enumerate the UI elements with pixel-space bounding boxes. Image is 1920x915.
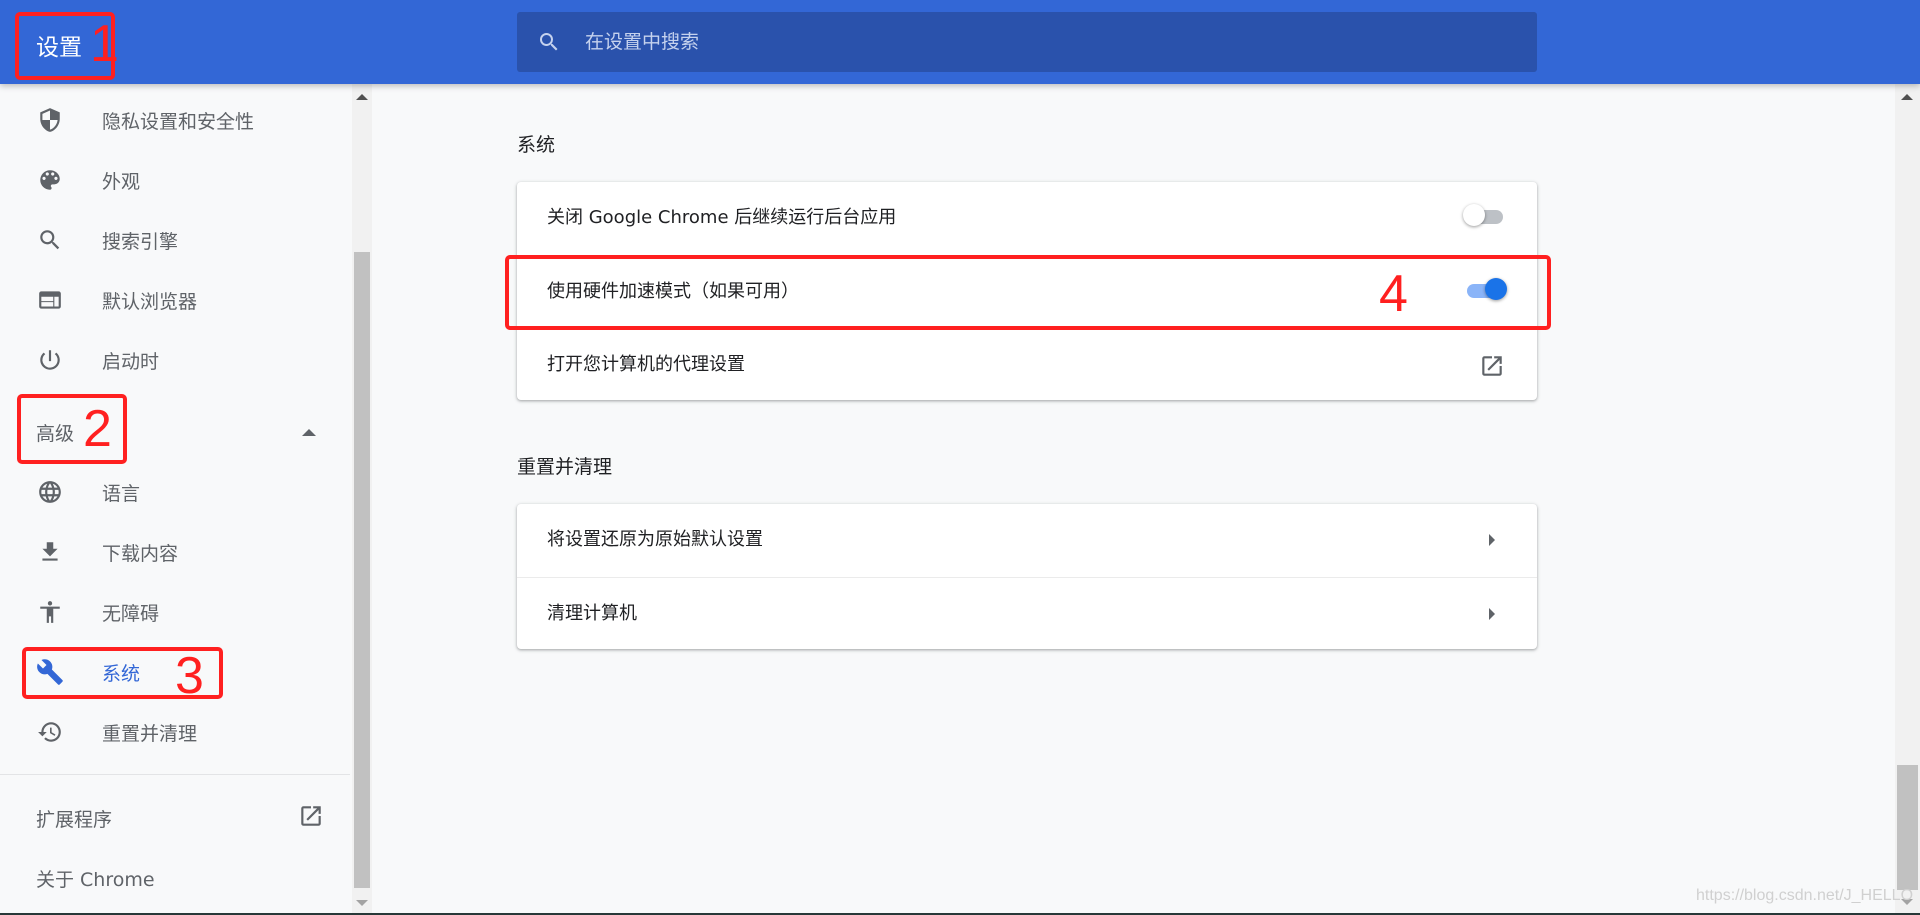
setting-row-clean-up-computer[interactable]: 清理计算机 bbox=[517, 577, 1537, 649]
header-toolbar: 设置 bbox=[0, 0, 1920, 84]
setting-row-background-apps[interactable]: 关闭 Google Chrome 后继续运行后台应用 bbox=[517, 182, 1537, 254]
sidebar-item-label: 语言 bbox=[102, 482, 141, 505]
sidebar: 隐私设置和安全性 外观 搜索引擎 默认浏览器 启动时 高级 语言 下载内容 无障… bbox=[0, 84, 352, 915]
background-apps-toggle[interactable] bbox=[1463, 204, 1503, 226]
annotation-number-3: 3 bbox=[175, 647, 204, 705]
about-chrome-label: 关于 Chrome bbox=[36, 868, 155, 891]
sidebar-item-downloads[interactable]: 下载内容 bbox=[0, 524, 352, 580]
sidebar-item-extensions[interactable]: 扩展程序 bbox=[0, 790, 352, 846]
main-content: 系统 关闭 Google Chrome 后继续运行后台应用 使用硬件加速模式（如… bbox=[372, 84, 1895, 915]
globe-icon bbox=[36, 478, 64, 506]
sidebar-item-reset-and-clean[interactable]: 重置并清理 bbox=[0, 704, 352, 760]
palette-icon bbox=[36, 166, 64, 194]
sidebar-item-label: 默认浏览器 bbox=[102, 290, 198, 313]
history-icon bbox=[36, 718, 64, 746]
sidebar-item-label: 无障碍 bbox=[102, 602, 160, 625]
sidebar-item-on-startup[interactable]: 启动时 bbox=[0, 332, 352, 388]
sidebar-item-about-chrome[interactable]: 关于 Chrome bbox=[0, 850, 352, 906]
annotation-number-2: 2 bbox=[83, 400, 112, 458]
sidebar-item-label: 外观 bbox=[102, 170, 141, 193]
main-scrollbar[interactable] bbox=[1895, 84, 1920, 915]
annotation-number-4: 4 bbox=[1379, 265, 1408, 323]
scroll-up-arrow-icon[interactable] bbox=[356, 94, 368, 100]
open-in-new-icon[interactable] bbox=[1479, 353, 1505, 383]
open-in-new-icon bbox=[298, 803, 324, 833]
sidebar-item-accessibility[interactable]: 无障碍 bbox=[0, 584, 352, 640]
search-icon bbox=[36, 226, 64, 254]
sidebar-item-appearance[interactable]: 外观 bbox=[0, 152, 352, 208]
sidebar-item-privacy[interactable]: 隐私设置和安全性 bbox=[0, 92, 352, 148]
sidebar-divider bbox=[0, 774, 350, 775]
sidebar-scrollbar[interactable] bbox=[352, 84, 372, 915]
search-input[interactable] bbox=[585, 12, 1485, 72]
arrow-right-icon bbox=[1489, 534, 1495, 546]
sidebar-item-label: 下载内容 bbox=[102, 542, 179, 565]
download-icon bbox=[36, 538, 64, 566]
setting-label: 关闭 Google Chrome 后继续运行后台应用 bbox=[547, 207, 897, 228]
shield-icon bbox=[36, 106, 64, 134]
scroll-down-arrow-icon[interactable] bbox=[356, 900, 368, 906]
sidebar-item-label: 搜索引擎 bbox=[102, 230, 179, 253]
setting-row-proxy-settings[interactable]: 打开您计算机的代理设置 bbox=[517, 328, 1537, 400]
sidebar-item-label: 启动时 bbox=[102, 350, 160, 373]
sidebar-scroll-thumb[interactable] bbox=[354, 252, 370, 888]
annotation-number-1: 1 bbox=[90, 15, 119, 73]
accessibility-icon bbox=[36, 598, 64, 626]
search-box[interactable] bbox=[517, 12, 1537, 72]
main-scroll-thumb[interactable] bbox=[1897, 765, 1918, 890]
scroll-up-arrow-icon[interactable] bbox=[1901, 94, 1913, 100]
reset-card: 将设置还原为原始默认设置 清理计算机 bbox=[517, 504, 1537, 649]
sidebar-item-search-engine[interactable]: 搜索引擎 bbox=[0, 212, 352, 268]
sidebar-item-default-browser[interactable]: 默认浏览器 bbox=[0, 272, 352, 328]
power-icon bbox=[36, 346, 64, 374]
sidebar-item-languages[interactable]: 语言 bbox=[0, 464, 352, 520]
setting-label: 清理计算机 bbox=[547, 603, 637, 624]
watermark: https://blog.csdn.net/J_HELLO bbox=[1696, 887, 1914, 904]
setting-label: 打开您计算机的代理设置 bbox=[547, 354, 745, 375]
extensions-label: 扩展程序 bbox=[36, 808, 113, 831]
setting-label: 将设置还原为原始默认设置 bbox=[547, 529, 763, 550]
search-icon bbox=[540, 33, 558, 51]
collapse-arrow-icon bbox=[302, 428, 316, 436]
system-section-title: 系统 bbox=[517, 134, 556, 156]
reset-section-title: 重置并清理 bbox=[517, 456, 613, 478]
setting-row-restore-defaults[interactable]: 将设置还原为原始默认设置 bbox=[517, 504, 1537, 576]
sidebar-item-label: 重置并清理 bbox=[102, 722, 198, 745]
sidebar-item-label: 隐私设置和安全性 bbox=[102, 110, 255, 133]
arrow-right-icon bbox=[1489, 608, 1495, 620]
browser-window-icon bbox=[36, 286, 64, 314]
